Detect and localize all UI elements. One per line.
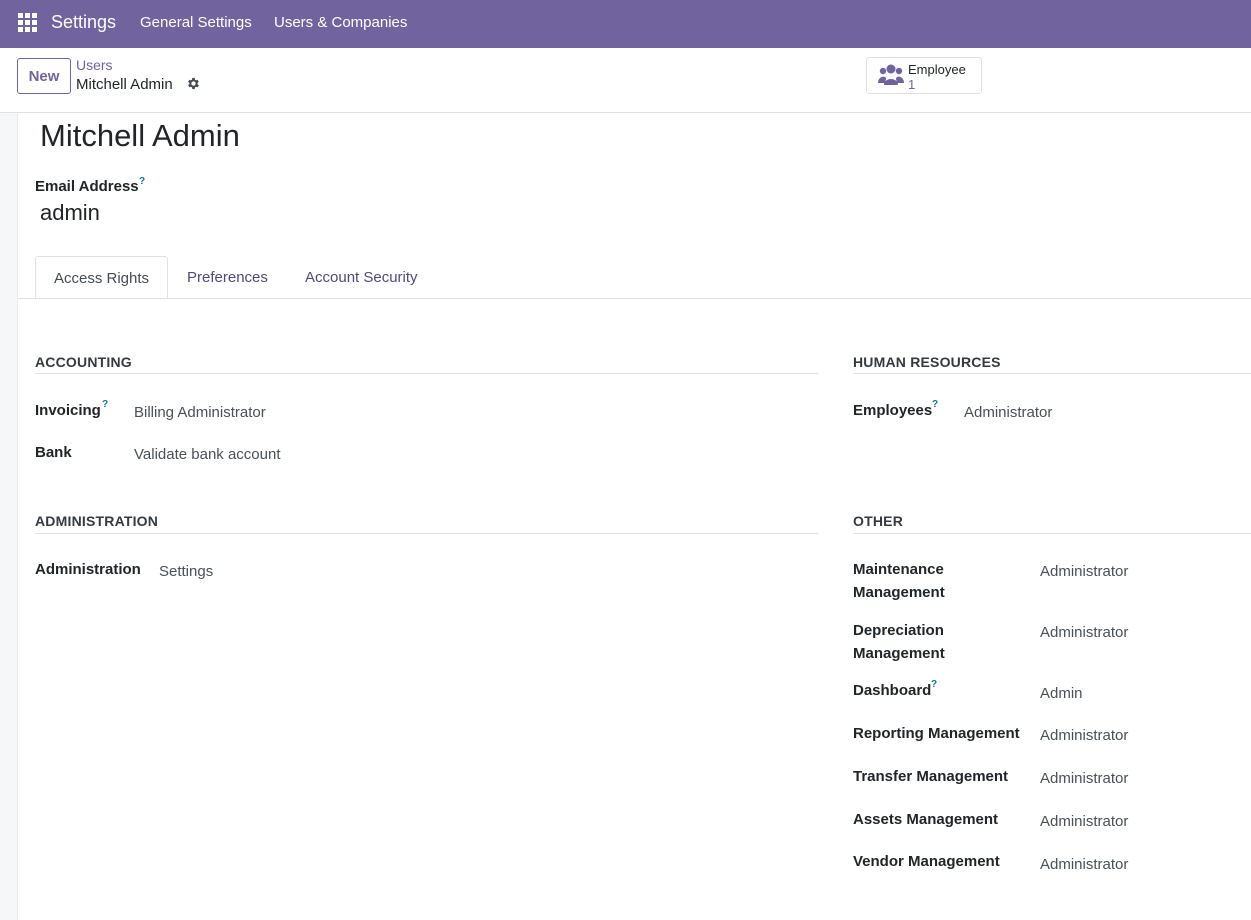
label-administration: Administration — [35, 561, 141, 578]
value-assets-management[interactable]: Administrator — [1040, 813, 1128, 830]
user-name-field[interactable]: Mitchell Admin — [40, 118, 240, 154]
left-gutter — [0, 113, 18, 920]
label-maintenance-management: Maintenance Management — [853, 561, 945, 601]
smart-button-label: Employee — [908, 62, 966, 77]
section-title-other: OTHER — [853, 513, 903, 529]
tab-access-rights[interactable]: Access Rights — [35, 256, 169, 299]
section-divider — [35, 533, 818, 534]
menu-general-settings[interactable]: General Settings — [140, 14, 252, 31]
email-help-icon[interactable]: ? — [139, 176, 145, 187]
new-button[interactable]: New — [17, 58, 71, 94]
invoicing-help-icon[interactable]: ? — [102, 399, 108, 410]
dashboard-help-icon[interactable]: ? — [931, 679, 937, 690]
control-panel: New Users Mitchell Admin Employee 1 — [0, 48, 1251, 113]
value-reporting-management[interactable]: Administrator — [1040, 727, 1128, 744]
section-title-accounting: ACCOUNTING — [35, 354, 132, 370]
label-bank: Bank — [35, 444, 72, 461]
value-bank[interactable]: Validate bank account — [134, 446, 281, 463]
value-dashboard[interactable]: Admin — [1040, 685, 1083, 702]
section-divider — [853, 533, 1251, 534]
apps-grid-icon[interactable] — [18, 13, 38, 33]
value-transfer-management[interactable]: Administrator — [1040, 770, 1128, 787]
value-employees[interactable]: Administrator — [964, 404, 1052, 421]
section-divider — [853, 373, 1251, 374]
label-invoicing: Invoicing — [35, 402, 101, 419]
users-icon — [878, 64, 904, 85]
gear-icon[interactable] — [186, 76, 201, 91]
label-vendor-management: Vendor Management — [853, 853, 1000, 870]
value-invoicing[interactable]: Billing Administrator — [134, 404, 266, 421]
breadcrumb-current: Mitchell Admin — [76, 76, 173, 93]
label-assets-management: Assets Management — [853, 811, 999, 828]
smart-button-count: 1 — [908, 77, 916, 92]
label-reporting-management: Reporting Management — [853, 725, 1020, 742]
email-label: Email Address — [35, 178, 139, 195]
email-input[interactable]: admin — [40, 200, 100, 226]
employees-help-icon[interactable]: ? — [932, 399, 938, 410]
value-vendor-management[interactable]: Administrator — [1040, 856, 1128, 873]
employee-smart-button[interactable]: Employee 1 — [866, 57, 982, 94]
label-dashboard: Dashboard — [853, 682, 932, 699]
tab-preferences[interactable]: Preferences — [187, 256, 268, 299]
value-depreciation-management[interactable]: Administrator — [1040, 624, 1128, 641]
value-administration[interactable]: Settings — [159, 563, 213, 580]
section-title-administration: ADMINISTRATION — [35, 513, 159, 529]
top-navbar: Settings General Settings Users & Compan… — [0, 0, 1251, 48]
section-title-human-resources: HUMAN RESOURCES — [853, 354, 1001, 370]
value-maintenance-management[interactable]: Administrator — [1040, 563, 1128, 580]
label-employees: Employees — [853, 402, 933, 419]
label-depreciation-management: Depreciation Management — [853, 622, 945, 662]
label-transfer-management: Transfer Management — [853, 768, 1009, 785]
tab-account-security[interactable]: Account Security — [305, 256, 418, 299]
breadcrumb-users[interactable]: Users — [76, 57, 113, 73]
menu-users-companies[interactable]: Users & Companies — [274, 14, 407, 31]
section-divider — [35, 373, 818, 374]
app-brand[interactable]: Settings — [51, 12, 116, 33]
tabs-divider — [18, 298, 1251, 299]
